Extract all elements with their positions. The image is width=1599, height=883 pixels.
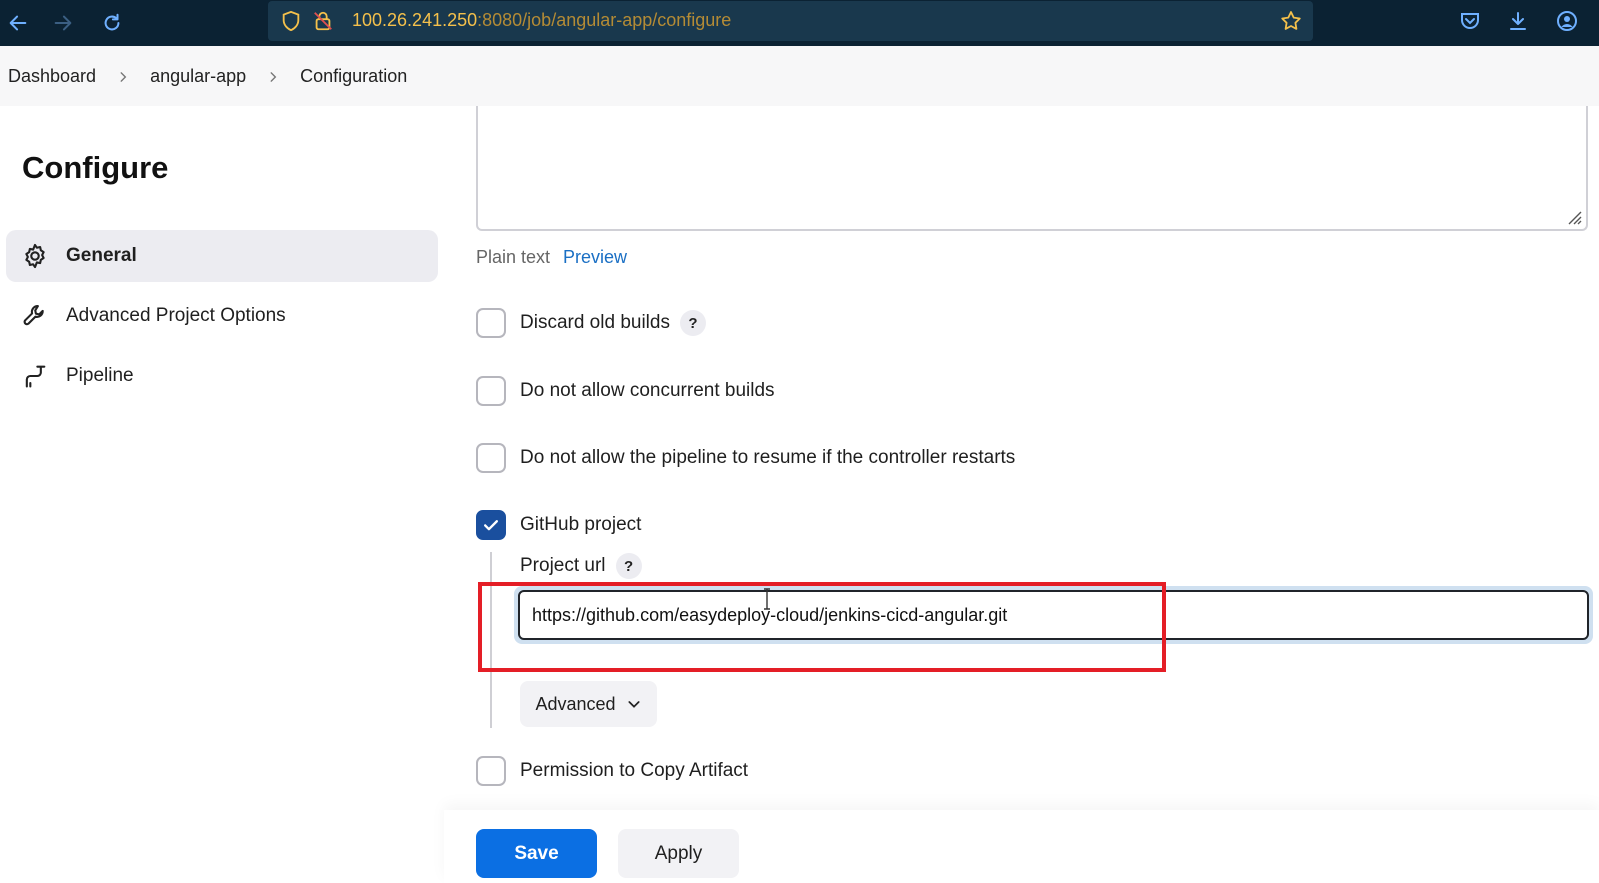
- option-label: Permission to Copy Artifact: [520, 760, 749, 781]
- resize-grip-icon[interactable]: [1564, 207, 1582, 225]
- checkbox[interactable]: [476, 443, 506, 473]
- pocket-icon[interactable]: [1458, 9, 1482, 33]
- breadcrumb-bar: Dashboard angular-app Configuration: [0, 46, 1599, 106]
- chevron-right-icon: [120, 71, 127, 82]
- breadcrumb-configuration[interactable]: Configuration: [300, 66, 407, 87]
- account-icon[interactable]: [1555, 9, 1579, 33]
- advanced-button[interactable]: Advanced: [520, 681, 657, 727]
- url-text: 100.26.241.250:8080/job/angular-app/conf…: [352, 10, 731, 31]
- sidebar-item-advanced-project-options[interactable]: Advanced Project Options: [6, 290, 438, 342]
- address-bar[interactable]: 100.26.241.250:8080/job/angular-app/conf…: [268, 1, 1313, 41]
- arrow-left-icon: [9, 15, 27, 31]
- sidebar-item-label: Advanced Project Options: [66, 305, 286, 326]
- annotation-highlight: [478, 582, 1166, 672]
- help-icon[interactable]: ?: [615, 553, 642, 579]
- shield-icon[interactable]: [280, 10, 302, 32]
- option-label: Discard old builds: [520, 312, 670, 333]
- option-discard-old-builds[interactable]: Discard old builds ?: [476, 308, 706, 338]
- option-label: GitHub project: [520, 514, 642, 535]
- arrow-right-icon: [54, 15, 72, 31]
- option-label: Do not allow concurrent builds: [520, 380, 775, 401]
- sidebar-item-general[interactable]: General: [6, 230, 438, 282]
- project-url-label-row: Project url ?: [520, 553, 642, 579]
- breadcrumb-angular-app[interactable]: angular-app: [150, 66, 246, 87]
- reload-icon: [104, 13, 120, 31]
- checkbox[interactable]: [476, 376, 506, 406]
- sidebar-item-pipeline[interactable]: Pipeline: [6, 350, 438, 402]
- bookmark-star-icon[interactable]: [1279, 9, 1303, 33]
- sidebar-item-label: Pipeline: [66, 365, 134, 386]
- breadcrumb: Dashboard angular-app Configuration: [8, 66, 407, 87]
- description-textarea[interactable]: [476, 106, 1588, 231]
- advanced-label: Advanced: [535, 693, 616, 714]
- checkbox[interactable]: [476, 308, 506, 338]
- option-github-project[interactable]: GitHub project: [476, 510, 641, 540]
- back-button[interactable]: [2, 7, 34, 39]
- preview-link[interactable]: Preview: [563, 247, 627, 268]
- project-url-label: Project url: [520, 555, 606, 576]
- option-no-resume[interactable]: Do not allow the pipeline to resume if t…: [476, 443, 1015, 473]
- pipeline-icon: [20, 361, 50, 391]
- download-icon[interactable]: [1506, 9, 1530, 33]
- breadcrumb-dashboard[interactable]: Dashboard: [8, 66, 96, 87]
- option-label: Do not allow the pipeline to resume if t…: [520, 447, 1016, 468]
- chevron-right-icon: [270, 71, 277, 82]
- option-permission-copy-artifact[interactable]: Permission to Copy Artifact: [476, 756, 748, 786]
- forward-button[interactable]: [47, 7, 79, 39]
- checkmark-icon: [484, 520, 498, 531]
- sidebar-item-label: General: [66, 245, 137, 266]
- help-icon[interactable]: ?: [679, 310, 706, 336]
- insecure-lock-icon[interactable]: [312, 10, 334, 32]
- option-no-concurrent-builds[interactable]: Do not allow concurrent builds: [476, 376, 775, 406]
- plain-text-label: Plain text: [476, 247, 551, 267]
- save-button[interactable]: Save: [476, 829, 597, 878]
- url-path: :8080/job/angular-app/configure: [477, 10, 732, 30]
- url-host: 100.26.241.250: [352, 10, 478, 30]
- checkbox[interactable]: [476, 756, 506, 786]
- apply-button[interactable]: Apply: [618, 829, 739, 878]
- reload-button[interactable]: [96, 7, 128, 39]
- page-title: Configure: [22, 150, 169, 185]
- wrench-icon: [20, 301, 50, 331]
- browser-toolbar: 100.26.241.250:8080/job/angular-app/conf…: [0, 0, 1599, 46]
- gear-icon: [20, 241, 50, 271]
- checkbox-checked[interactable]: [476, 510, 506, 540]
- chevron-down-icon: [627, 701, 640, 708]
